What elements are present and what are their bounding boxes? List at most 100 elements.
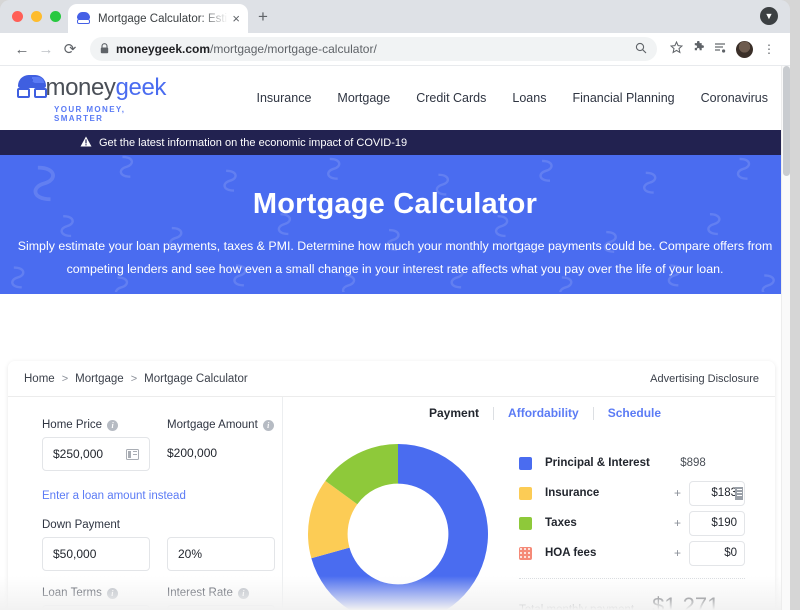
maximize-window-button[interactable] — [50, 11, 61, 22]
site-header: money geek YOUR MONEY, SMARTER Insurance … — [0, 66, 790, 130]
home-price-value: $250,000 — [53, 447, 104, 461]
taxes-input[interactable]: $190 — [689, 510, 745, 536]
info-icon[interactable]: i — [237, 587, 249, 599]
legend-row-insurance: Insurance + $183 — [519, 478, 745, 508]
plus-sign: + — [673, 546, 681, 560]
legend-row-principal-interest: Principal & Interest $898 — [519, 448, 745, 478]
enter-loan-amount-link[interactable]: Enter a loan amount instead — [42, 490, 282, 502]
down-payment-label: Down Payment — [42, 519, 120, 531]
home-price-field: Home Price i $250,000 — [42, 419, 150, 471]
breadcrumb: Home > Mortgage > Mortgage Calculator Ad… — [8, 361, 775, 397]
covid-banner-text: Get the latest information on the econom… — [99, 136, 408, 149]
slider-toggle-icon[interactable] — [126, 448, 139, 460]
down-payment-amount-input[interactable]: $50,000 — [42, 537, 150, 571]
loan-terms-select[interactable]: 30-Year Fixed — [42, 605, 150, 610]
down-payment-percent-input[interactable]: 20% — [167, 537, 275, 571]
plus-sign: + — [673, 486, 681, 500]
browser-toolbar: ← → ⟳ moneygeek.com/mortgage/mortgage-ca… — [0, 33, 790, 66]
interest-rate-input[interactable]: 3.5% — [167, 605, 275, 610]
logo-money-text: money — [45, 73, 116, 101]
lock-glyph — [100, 42, 109, 53]
payment-legend: Principal & Interest $898 Insurance + $1… — [513, 434, 775, 610]
page-scrollbar[interactable] — [781, 66, 790, 610]
loan-terms-label: Loan Terms — [42, 587, 102, 599]
reload-button[interactable]: ⟳ — [58, 40, 82, 58]
nav-item-financial-planning[interactable]: Financial Planning — [572, 91, 674, 105]
swatch-principal-interest — [519, 456, 532, 470]
breadcrumb-separator: > — [61, 373, 69, 385]
results-tabs: Payment Affordability Schedule — [283, 407, 775, 420]
browser-window: Mortgage Calculator: Estimate × + ▼ ← → … — [0, 0, 790, 610]
info-icon[interactable]: i — [262, 419, 274, 431]
loan-terms-label-row: Loan Terms i — [42, 587, 150, 599]
legend-label-taxes: Taxes — [545, 517, 577, 529]
search-icon[interactable] — [635, 42, 647, 57]
tab-payment[interactable]: Payment — [415, 407, 495, 420]
swatch-taxes — [519, 516, 532, 530]
back-button[interactable]: ← — [10, 41, 34, 58]
text-cursor-icon — [735, 486, 743, 500]
value-principal-interest: $898 — [680, 457, 706, 469]
info-icon[interactable]: i — [106, 587, 118, 599]
hero-subtitle: Simply estimate your loan payments, taxe… — [17, 239, 773, 276]
forward-button[interactable]: → — [34, 41, 58, 58]
close-window-button[interactable] — [12, 11, 23, 22]
home-price-label-row: Home Price i — [42, 419, 150, 431]
browser-tab[interactable]: Mortgage Calculator: Estimate × — [68, 4, 248, 33]
nav-item-coronavirus[interactable]: Coronavirus — [701, 91, 768, 105]
donut-chart-svg — [308, 444, 488, 610]
window-traffic-lights — [12, 11, 61, 22]
moneygeek-logo[interactable]: money geek YOUR MONEY, SMARTER — [16, 74, 166, 123]
info-icon[interactable]: i — [107, 419, 119, 431]
tab-schedule[interactable]: Schedule — [594, 407, 675, 420]
down-payment-percent-field: 20% — [167, 537, 275, 571]
calculator-card: Home > Mortgage > Mortgage Calculator Ad… — [8, 361, 775, 610]
interest-rate-label-row: Interest Rate i — [167, 587, 275, 599]
tab-strip: Mortgage Calculator: Estimate × + ▼ — [0, 0, 790, 33]
interest-rate-label: Interest Rate — [167, 587, 233, 599]
covid-banner[interactable]: Get the latest information on the econom… — [0, 130, 790, 155]
insurance-input[interactable]: $183 — [689, 480, 745, 506]
breadcrumb-item-mortgage-calculator: Mortgage Calculator — [144, 373, 248, 385]
down-payment-percent-value: 20% — [178, 547, 203, 561]
tab-affordability[interactable]: Affordability — [494, 407, 594, 420]
calculator-results-panel: Payment Affordability Schedule Principal… — [283, 397, 775, 610]
donut-chart — [283, 434, 513, 610]
legend-label-hoa-fees: HOA fees — [545, 547, 597, 559]
down-payment-group: Down Payment $50,000 20% — [42, 519, 282, 571]
nav-item-credit-cards[interactable]: Credit Cards — [416, 91, 486, 105]
minimize-window-button[interactable] — [31, 11, 42, 22]
total-payment-value: $1,271 — [652, 593, 720, 610]
nav-item-loans[interactable]: Loans — [512, 91, 546, 105]
home-price-input[interactable]: $250,000 — [42, 437, 150, 471]
hero-section: Mortgage Calculator Simply estimate your… — [0, 155, 790, 294]
moneygeek-favicon-icon — [76, 11, 91, 26]
page-viewport: money geek YOUR MONEY, SMARTER Insurance … — [0, 66, 790, 610]
hoa-fees-input[interactable]: $0 — [689, 540, 745, 566]
extensions-puzzle-icon[interactable] — [687, 40, 709, 57]
reading-list-icon[interactable] — [709, 41, 731, 57]
new-tab-button[interactable]: + — [258, 8, 268, 25]
advertising-disclosure-link[interactable]: Advertising Disclosure — [650, 373, 759, 385]
mortgage-amount-label: Mortgage Amount — [167, 419, 258, 431]
lock-icon — [100, 42, 109, 56]
breadcrumb-item-home[interactable]: Home — [24, 373, 55, 385]
profile-avatar[interactable] — [736, 40, 753, 58]
calculator-inputs-panel: Home Price i $250,000 Mortgage Amount i … — [8, 397, 283, 610]
geek-face-icon — [16, 74, 47, 101]
address-bar[interactable]: moneygeek.com/mortgage/mortgage-calculat… — [90, 37, 657, 61]
price-row: Home Price i $250,000 Mortgage Amount i … — [42, 419, 282, 471]
logo-geek-text: geek — [115, 73, 167, 101]
nav-item-insurance[interactable]: Insurance — [257, 91, 312, 105]
page-scrollbar-thumb[interactable] — [783, 66, 790, 176]
close-tab-icon[interactable]: × — [232, 11, 240, 26]
browser-menu-icon[interactable]: ⋮ — [758, 42, 780, 56]
download-indicator-icon[interactable]: ▼ — [760, 7, 778, 25]
mortgage-amount-value: $200,000 — [167, 446, 218, 460]
bookmark-star-icon[interactable] — [665, 40, 687, 57]
breadcrumb-item-mortgage[interactable]: Mortgage — [75, 373, 124, 385]
nav-item-mortgage[interactable]: Mortgage — [337, 91, 390, 105]
warning-triangle-icon — [80, 136, 92, 150]
value-hoa-fees: $0 — [724, 547, 737, 559]
down-payment-label-row: Down Payment — [42, 519, 282, 531]
